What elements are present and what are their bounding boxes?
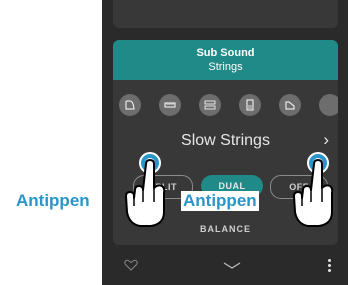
chevron-right-icon[interactable]: › [323, 130, 329, 150]
panel-header: Sub Sound Strings [113, 40, 338, 80]
panel-subtitle: Strings [208, 60, 243, 73]
heart-icon[interactable] [124, 259, 138, 271]
harpsichord-icon[interactable] [239, 94, 261, 116]
organ-icon[interactable] [199, 94, 221, 116]
category-icon-row [113, 94, 338, 116]
electric-piano-icon[interactable] [159, 94, 181, 116]
more-category-icon[interactable] [319, 94, 338, 116]
previous-panel [113, 0, 338, 28]
more-menu-icon[interactable] [328, 259, 331, 274]
tap-label-left: Antippen [14, 191, 92, 211]
app-screen: Sub Sound Strings Slow Strings › SPLIT [102, 0, 348, 285]
chevron-down-icon[interactable] [223, 262, 241, 270]
tap-label-right: Antippen [181, 191, 259, 211]
tap-hand-right-icon [293, 152, 334, 227]
strings-icon[interactable] [279, 94, 301, 116]
panel-title: Sub Sound [196, 46, 255, 59]
grand-piano-icon[interactable] [119, 94, 141, 116]
sound-name[interactable]: Slow Strings [113, 132, 338, 150]
bottom-bar [102, 247, 348, 285]
tap-hand-left-icon [125, 152, 166, 227]
